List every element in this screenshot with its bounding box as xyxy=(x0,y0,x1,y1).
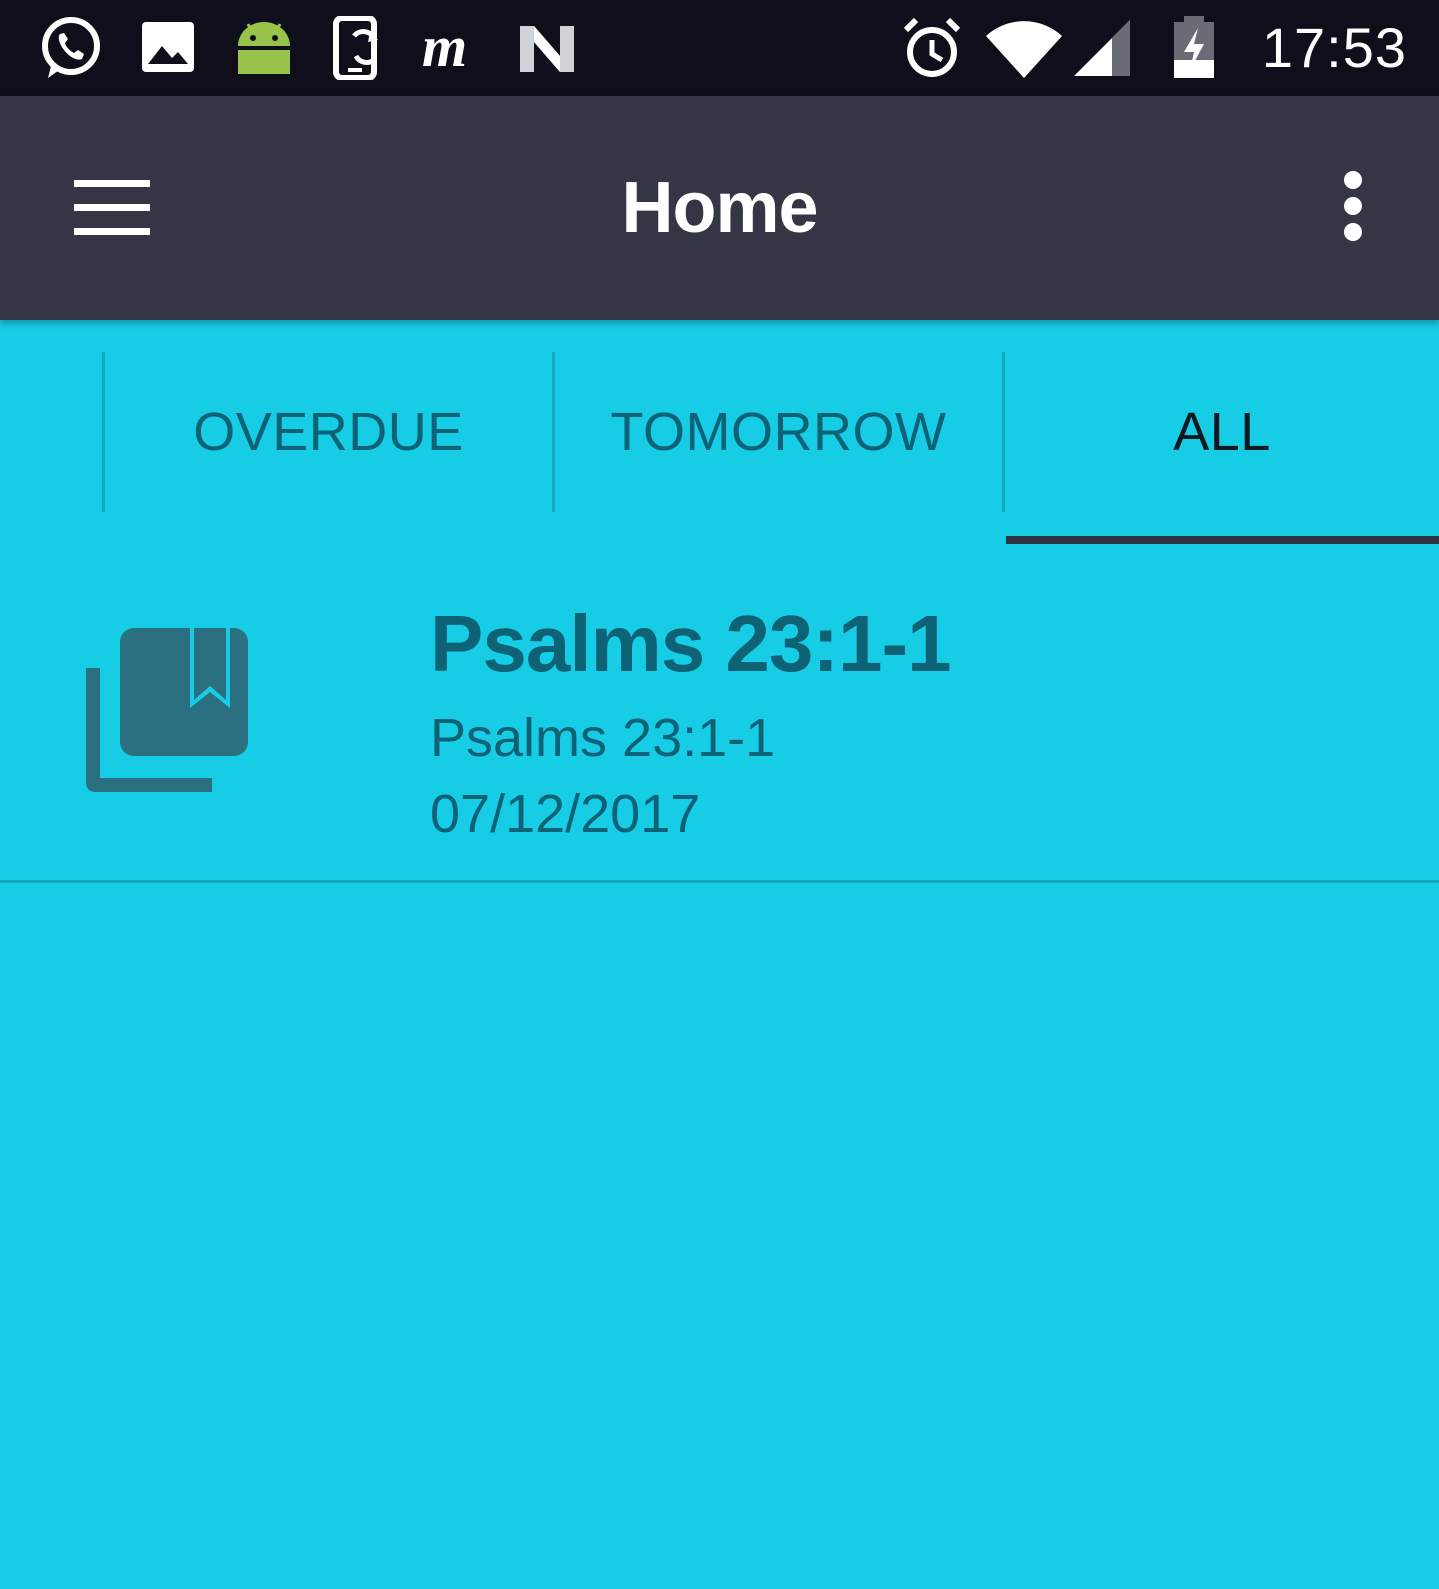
item-title: Psalms 23:1-1 xyxy=(430,599,952,688)
battery-charging-icon xyxy=(1174,16,1214,78)
svg-text:m: m xyxy=(422,16,467,79)
gallery-icon xyxy=(142,22,194,72)
tab-all[interactable]: ALL xyxy=(1002,352,1439,512)
list-item[interactable]: Psalms 23:1-1 Psalms 23:1-1 07/12/2017 xyxy=(0,544,1439,883)
tab-indicator xyxy=(1006,536,1439,544)
more-vert-icon xyxy=(1344,171,1362,241)
app-bar: Home xyxy=(0,96,1439,320)
reading-list: Psalms 23:1-1 Psalms 23:1-1 07/12/2017 xyxy=(0,544,1439,883)
tab-label: OVERDUE xyxy=(193,402,464,462)
m-app-icon: m xyxy=(422,16,467,79)
status-time: 17:53 xyxy=(1261,16,1407,79)
tab-overdue[interactable]: OVERDUE xyxy=(102,352,552,512)
alarm-icon xyxy=(903,17,961,77)
overflow-menu-button[interactable] xyxy=(1313,156,1393,260)
tab-label: TOMORROW xyxy=(610,402,947,462)
whatsapp-icon xyxy=(42,17,100,78)
tab-label: ALL xyxy=(1173,402,1271,462)
cell-signal-icon xyxy=(1074,20,1130,76)
tab-bar: OVERDUE TOMORROW ALL xyxy=(0,320,1439,544)
library-books-icon xyxy=(86,628,248,792)
wifi-icon xyxy=(986,21,1062,78)
android-icon xyxy=(238,22,290,74)
item-date: 07/12/2017 xyxy=(430,784,701,844)
status-bar: m 17:53 xyxy=(0,0,1439,96)
tab-tomorrow[interactable]: TOMORROW xyxy=(552,352,1002,512)
item-subtitle: Psalms 23:1-1 xyxy=(430,708,776,768)
page-title: Home xyxy=(621,168,818,248)
phone-sync-icon xyxy=(333,16,378,80)
n-app-icon xyxy=(520,26,574,72)
